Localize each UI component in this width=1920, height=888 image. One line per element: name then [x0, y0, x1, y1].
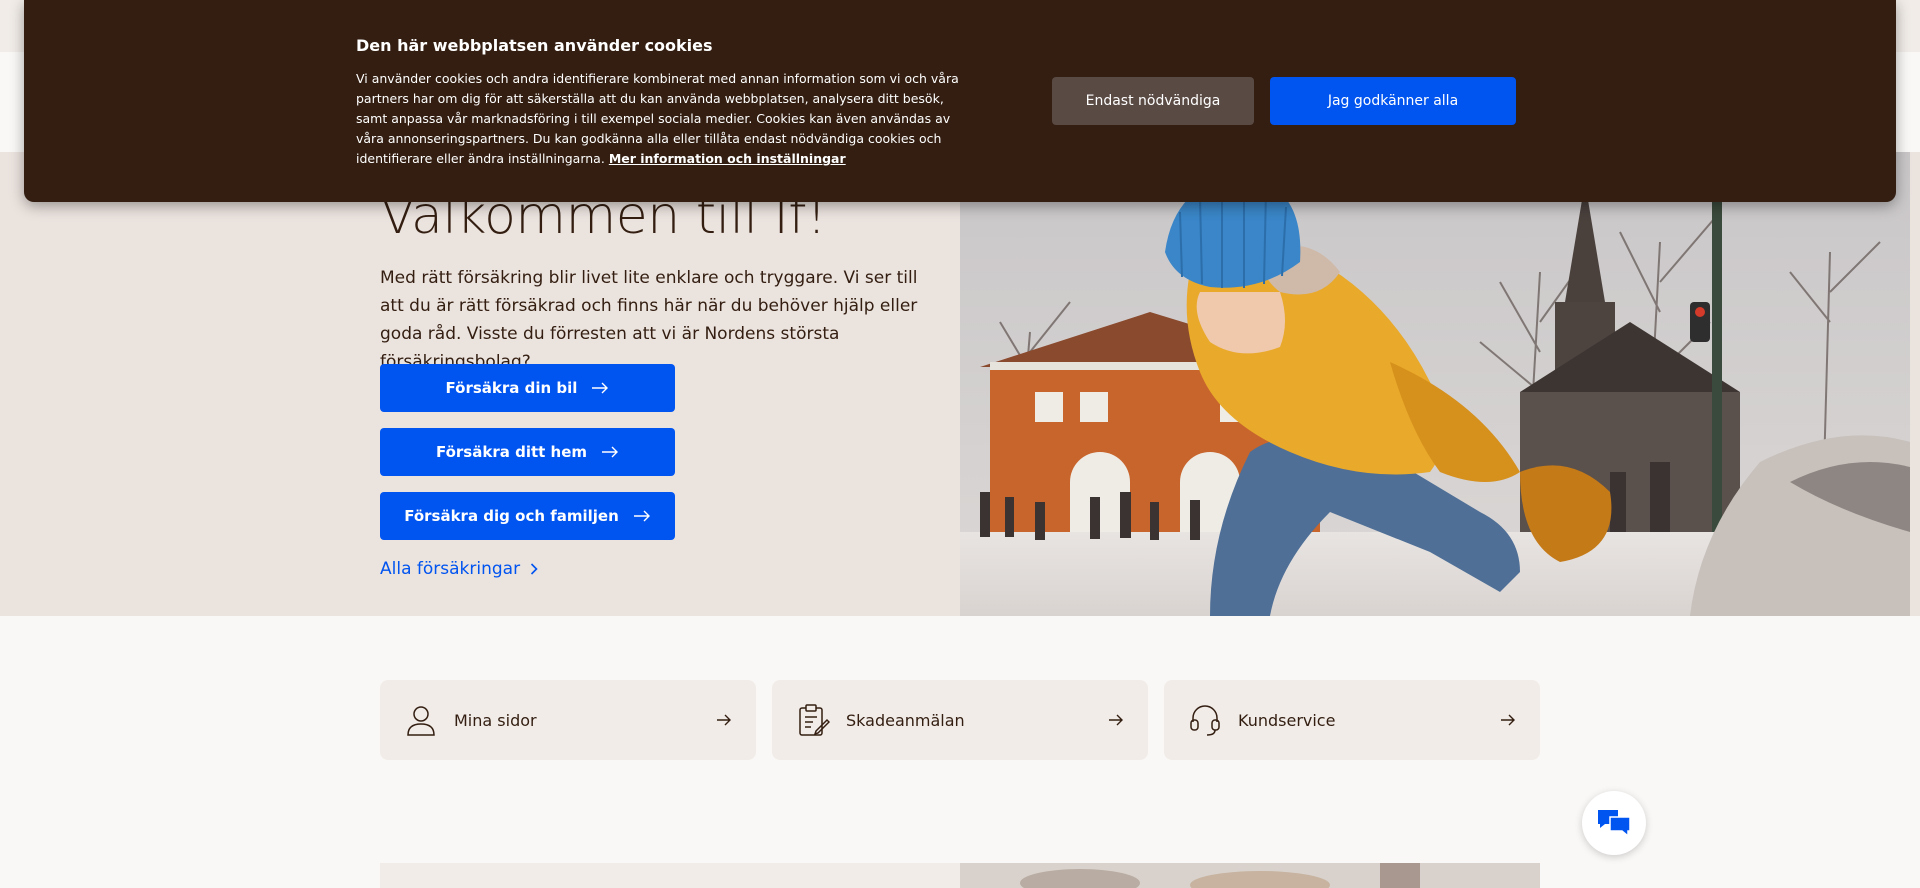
arrow-right-icon: [592, 382, 609, 394]
customer-service-label: Kundservice: [1238, 710, 1336, 730]
hero-description: Med rätt försäkring blir livet lite enkl…: [380, 268, 918, 372]
hero-image: [960, 152, 1910, 616]
next-section-image: [960, 863, 1540, 888]
customer-service-card[interactable]: Kundservice: [1164, 680, 1540, 760]
cookie-banner-title: Den här webbplatsen använder cookies: [356, 36, 713, 55]
arrow-right-icon: [1501, 714, 1515, 726]
insure-car-label: Försäkra din bil: [445, 379, 578, 397]
arrow-right-icon: [1109, 714, 1123, 726]
chat-button[interactable]: [1582, 791, 1646, 855]
arrow-right-icon: [602, 446, 619, 458]
clipboard-edit-icon: [799, 704, 830, 736]
arrow-right-icon: [717, 714, 731, 726]
headset-icon: [1190, 705, 1220, 736]
accept-all-button[interactable]: Jag godkänner alla: [1270, 77, 1516, 125]
insure-family-button[interactable]: Försäkra dig och familjen: [380, 492, 675, 540]
chat-bubbles-icon: [1598, 810, 1631, 838]
my-pages-label: Mina sidor: [454, 710, 537, 730]
user-icon: [407, 706, 435, 736]
cookie-settings-link[interactable]: Mer information och inställningar: [609, 151, 846, 166]
insure-home-label: Försäkra ditt hem: [435, 443, 588, 461]
insure-car-button[interactable]: Försäkra din bil: [380, 364, 675, 412]
chevron-right-icon: [531, 563, 538, 575]
claim-report-card[interactable]: Skadeanmälan: [772, 680, 1148, 760]
necessary-only-button[interactable]: Endast nödvändiga: [1052, 77, 1254, 125]
cookie-banner-text: Vi använder cookies och andra identifier…: [356, 69, 966, 169]
claim-report-label: Skadeanmälan: [846, 710, 965, 730]
arrow-right-icon: [633, 510, 650, 522]
insure-family-label: Försäkra dig och familjen: [404, 507, 619, 525]
my-pages-card[interactable]: Mina sidor: [380, 680, 756, 760]
all-insurances-link[interactable]: Alla försäkringar: [380, 559, 538, 579]
all-insurances-label: Alla försäkringar: [380, 559, 521, 579]
next-section-panel: [380, 863, 960, 888]
insure-home-button[interactable]: Försäkra ditt hem: [380, 428, 675, 476]
